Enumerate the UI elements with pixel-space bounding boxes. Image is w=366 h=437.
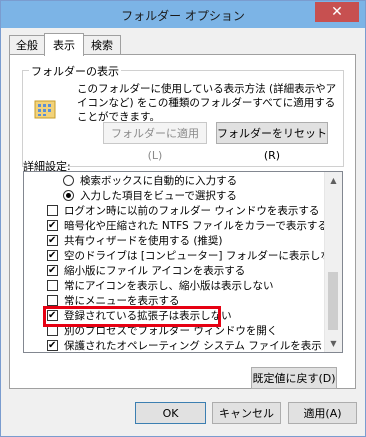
radio-button[interactable]: [63, 190, 74, 201]
checkbox[interactable]: [47, 248, 58, 263]
tab-panel-view: フォルダーの表示 このフォルダーに使用している表示方法 (詳細表示やアイコンなど…: [9, 54, 356, 389]
folder-view-group-label: フォルダーの表示: [29, 63, 121, 79]
apply-to-folders-button[interactable]: フォルダーに適用(L): [103, 122, 207, 162]
cancel-button[interactable]: キャンセル: [212, 402, 281, 424]
scroll-thumb[interactable]: [328, 272, 338, 330]
checkbox[interactable]: [47, 233, 58, 248]
checkbox[interactable]: [47, 218, 58, 233]
restore-defaults-button[interactable]: 既定値に戻す(D): [251, 367, 337, 389]
advanced-settings-list[interactable]: 検索ボックスに自動的に入力する 入力した項目をビューで選択する ログオン時に以前…: [23, 171, 343, 353]
checkbox[interactable]: [47, 205, 58, 216]
checkbox[interactable]: [47, 295, 58, 306]
checkbox[interactable]: [47, 263, 58, 278]
tab-general[interactable]: 全般: [9, 35, 45, 55]
tab-search[interactable]: 検索: [83, 35, 121, 55]
ok-button[interactable]: OK: [135, 402, 206, 424]
highlight-box: [43, 306, 221, 327]
folder-view-group: フォルダーの表示 このフォルダーに使用している表示方法 (詳細表示やアイコンなど…: [22, 63, 344, 167]
scroll-up-arrow-icon[interactable]: ▲: [325, 172, 342, 189]
checkbox[interactable]: [47, 280, 58, 291]
close-icon: ✕: [331, 4, 343, 20]
checkbox[interactable]: [47, 338, 58, 352]
folder-view-icon: [34, 100, 56, 119]
scroll-down-arrow-icon[interactable]: ▼: [325, 335, 342, 352]
window-title: フォルダー オプション: [121, 9, 245, 23]
close-button[interactable]: ✕: [315, 2, 359, 22]
reset-folders-button[interactable]: フォルダーをリセット(R): [216, 122, 328, 162]
tab-view[interactable]: 表示: [44, 33, 84, 56]
folder-view-description: このフォルダーに使用している表示方法 (詳細表示やアイコンなど) をこの種類のフ…: [77, 83, 337, 123]
apply-button[interactable]: 適用(A): [288, 402, 357, 424]
title-bar: フォルダー オプション ✕: [1, 1, 365, 28]
vertical-scrollbar[interactable]: ▲ ▼: [324, 172, 342, 352]
folder-options-dialog: フォルダー オプション ✕ 全般 表示 検索 フォルダーの表示 このフォルダーに…: [0, 0, 366, 437]
radio-button[interactable]: [63, 175, 74, 186]
